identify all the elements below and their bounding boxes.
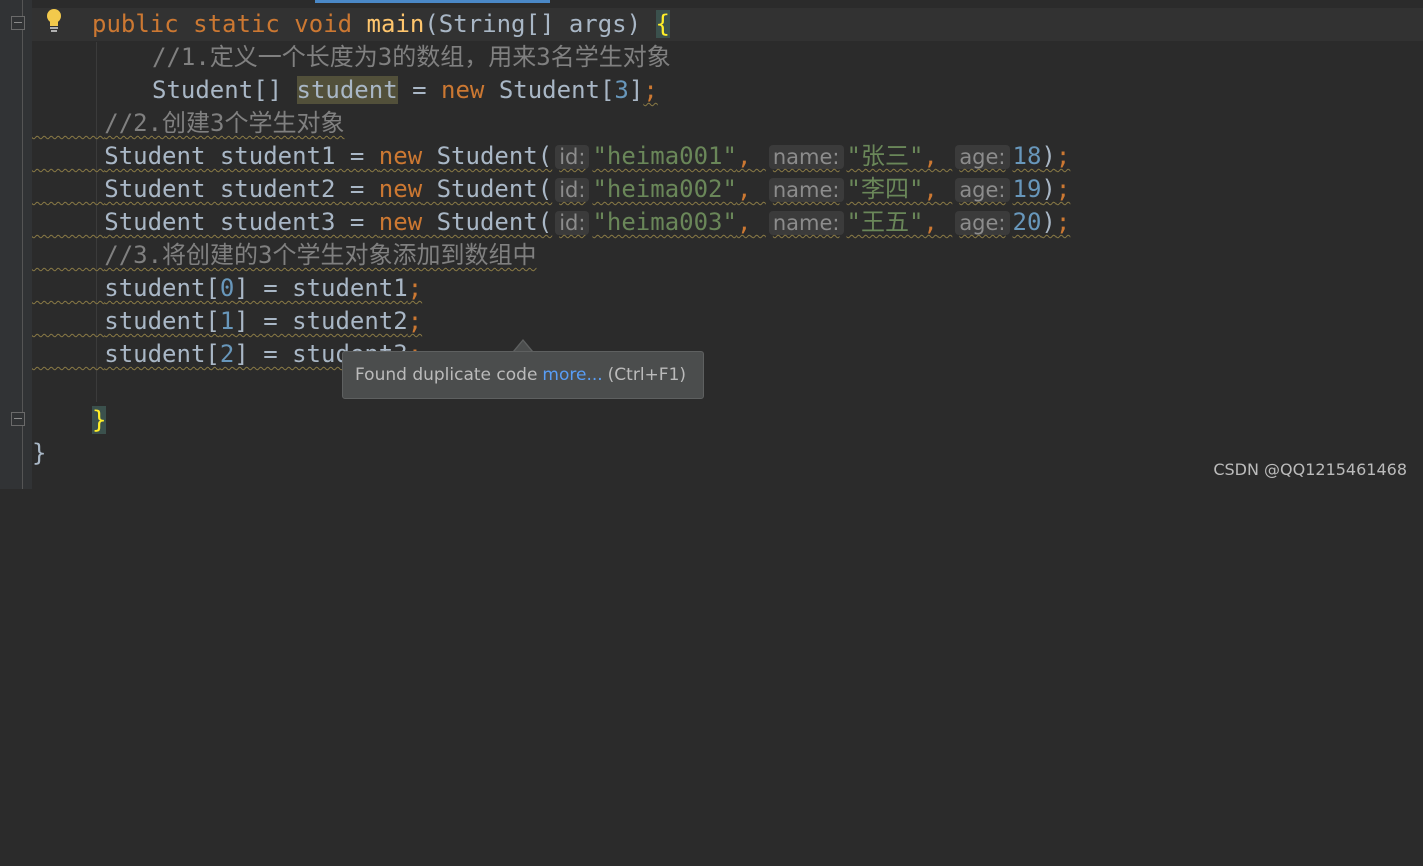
param-hint-id: id:	[555, 145, 590, 169]
tooltip-text: Found duplicate code	[355, 365, 538, 385]
code-line-9: student[0] = student1;	[32, 272, 422, 305]
semicolon: ;	[1055, 142, 1071, 170]
tooltip-shortcut: (Ctrl+F1)	[607, 365, 687, 385]
code-text: ] = student2	[234, 307, 408, 335]
string-literal: "张三"	[846, 142, 924, 170]
code-line-8: //3.将创建的3个学生对象添加到数组中	[32, 239, 537, 272]
semicolon: ;	[407, 307, 423, 335]
code-line-3: Student[] student = new Student[3];	[152, 74, 658, 107]
keyword-new: new	[441, 76, 485, 104]
code-line-13: }	[92, 404, 107, 437]
semicolon: ;	[1055, 175, 1071, 203]
code-text: Student(	[422, 175, 553, 203]
code-text: =	[397, 76, 442, 104]
code-text: )	[1041, 208, 1056, 236]
code-text: student[	[104, 307, 220, 335]
string-literal: "李四"	[846, 175, 924, 203]
code-line-14: }	[32, 437, 46, 470]
param-hint-name: name:	[768, 145, 844, 169]
keyword-new: new	[378, 208, 423, 236]
comment: //3.将创建的3个学生对象添加到数组中	[104, 241, 537, 269]
semicolon: ;	[407, 274, 423, 302]
keywords: public static void	[92, 10, 353, 38]
number-literal: 1	[219, 307, 235, 335]
method-name: main	[366, 10, 425, 38]
param-hint-age: age:	[955, 145, 1010, 169]
comma: ,	[736, 175, 752, 203]
comma: ,	[736, 208, 752, 236]
code-text: Student student3 =	[104, 208, 379, 236]
code-line-4: //2.创建3个学生对象	[32, 107, 345, 140]
code-text: Student(	[422, 142, 553, 170]
comment: //2.创建3个学生对象	[104, 109, 345, 137]
open-brace: {	[655, 10, 670, 38]
code-line-7: Student student3 = new Student(id: "heima…	[32, 206, 1070, 239]
code-text: Student(	[422, 208, 553, 236]
param-hint-name: name:	[768, 211, 844, 235]
variable-student: student	[296, 76, 398, 104]
method-params: (String[] args)	[424, 10, 642, 38]
param-hint-name: name:	[768, 178, 844, 202]
code-line-5: Student student1 = new Student(id: "heima…	[32, 140, 1070, 173]
number-literal: 19	[1012, 175, 1042, 203]
code-text: student[	[104, 340, 220, 368]
code-line-6: Student student2 = new Student(id: "heima…	[32, 173, 1070, 206]
comment: //1.定义一个长度为3的数组，用来3名学生对象	[152, 43, 671, 71]
code-text: Student student1 =	[104, 142, 379, 170]
comma: ,	[736, 142, 752, 170]
param-hint-age: age:	[955, 211, 1010, 235]
number-literal: 2	[219, 340, 235, 368]
comma: ,	[923, 175, 938, 203]
comma: ,	[923, 142, 938, 170]
string-literal: "heima003"	[592, 208, 737, 236]
code-text: Student[	[484, 76, 615, 104]
tooltip-more-link[interactable]: more...	[542, 365, 602, 385]
watermark: CSDN @QQ1215461468	[1213, 460, 1407, 479]
code-text: )	[1041, 142, 1056, 170]
string-literal: "heima001"	[592, 142, 737, 170]
param-hint-id: id:	[555, 178, 590, 202]
keyword-new: new	[378, 142, 423, 170]
active-tab-indicator	[315, 0, 550, 3]
duplicate-code-tooltip: Found duplicate code more... (Ctrl+F1)	[342, 351, 704, 399]
comma: ,	[923, 208, 938, 236]
code-line-2: //1.定义一个长度为3的数组，用来3名学生对象	[152, 41, 671, 74]
code-text: student[	[104, 274, 220, 302]
lightbulb-icon[interactable]	[43, 7, 65, 33]
param-hint-age: age:	[955, 178, 1010, 202]
string-literal: "王五"	[846, 208, 924, 236]
close-brace: }	[92, 406, 107, 434]
param-hint-id: id:	[555, 211, 590, 235]
number-literal: 18	[1012, 142, 1042, 170]
string-literal: "heima002"	[592, 175, 737, 203]
number-literal: 0	[219, 274, 235, 302]
code-text: Student student2 =	[104, 175, 379, 203]
code-text: Student[]	[152, 76, 297, 104]
class-close-brace: }	[32, 439, 47, 467]
code-area[interactable]: public static void main(String[] args) {…	[0, 8, 1070, 866]
number-literal: 3	[614, 76, 629, 104]
code-line-1: public static void main(String[] args) {	[92, 8, 670, 41]
semicolon: ;	[643, 76, 658, 104]
code-text: ]	[628, 76, 644, 104]
keyword-new: new	[378, 175, 423, 203]
code-text: ] = student1	[234, 274, 408, 302]
code-line-10: student[1] = student2;	[32, 305, 422, 338]
number-literal: 20	[1012, 208, 1042, 236]
code-text: )	[1041, 175, 1056, 203]
semicolon: ;	[1055, 208, 1071, 236]
